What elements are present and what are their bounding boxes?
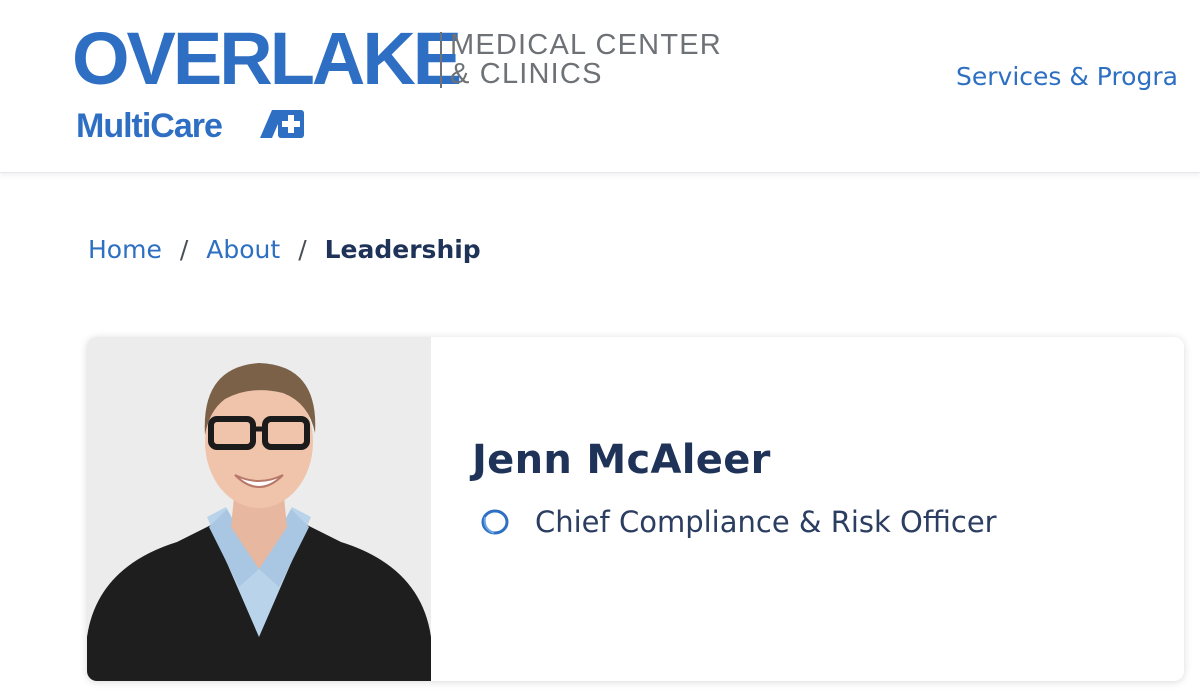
logo-divider <box>440 32 442 88</box>
leader-title: Chief Compliance & Risk Officer <box>535 505 997 539</box>
portrait-photo <box>87 337 431 681</box>
leader-title-row: Chief Compliance & Risk Officer <box>480 505 997 539</box>
overlake-ring-icon <box>72 28 142 92</box>
breadcrumb: Home / About / Leadership <box>88 232 481 268</box>
leader-profile-card: Jenn McAleer Chief Compliance & Risk Off… <box>87 337 1184 681</box>
breadcrumb-home[interactable]: Home <box>88 232 162 268</box>
site-header: OVERLAKE MEDICAL CENTER & CLINICS MultiC… <box>0 0 1200 173</box>
logo-tagline-line1: MEDICAL CENTER <box>450 29 722 61</box>
multicare-wordmark: MultiCare <box>76 107 223 145</box>
nav-services-programs[interactable]: Services & Progra <box>956 62 1178 91</box>
breadcrumb-separator: / <box>298 235 307 264</box>
breadcrumb-current: Leadership <box>324 235 481 264</box>
multicare-cross-icon <box>260 110 304 138</box>
leader-name: Jenn McAleer <box>472 437 771 483</box>
breadcrumb-about[interactable]: About <box>206 232 280 268</box>
breadcrumb-separator: / <box>179 235 189 264</box>
logo-tagline-line2: & CLINICS <box>450 58 603 90</box>
overlake-ring-icon <box>481 509 509 535</box>
